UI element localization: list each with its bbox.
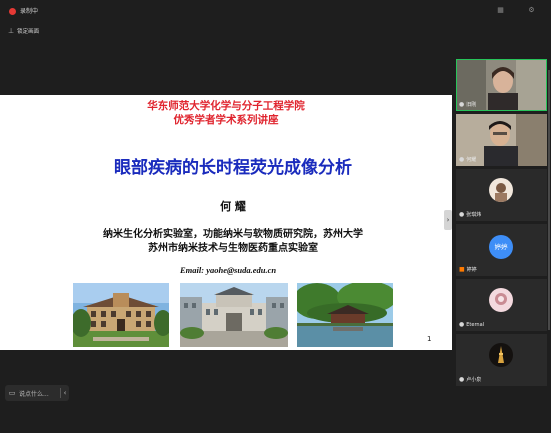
chat-placeholder: 说点什么...: [19, 390, 49, 398]
participant-avatar: [489, 288, 513, 312]
slide-lecture-series: 优秀学者学术系列讲座: [173, 114, 279, 126]
participant-tile[interactable]: ● Eternal: [456, 279, 547, 331]
participant-name-bar: ● Eternal: [459, 321, 484, 328]
slide-title: 眼部疾病的长时程荧光成像分析: [114, 158, 352, 178]
participant-tile[interactable]: ● 卢小泉: [456, 334, 547, 386]
chat-icon: ▭: [8, 389, 16, 397]
record-label: 录制中: [20, 8, 39, 15]
campus-photo-1: [73, 283, 169, 347]
slide-affiliation-2: 苏州市纳米技术与生物医药重点实验室: [148, 243, 318, 254]
participant-tile[interactable]: ● 何耀: [456, 114, 547, 166]
grid-view-icon[interactable]: ▦: [496, 6, 505, 15]
expand-panel-handle[interactable]: ›: [444, 210, 452, 230]
slide-affiliation-1: 纳米生化分析实验室，功能纳米与软物质研究院，苏州大学: [103, 229, 363, 240]
participant-avatar: [489, 178, 513, 202]
participant-avatar: 婷婷: [489, 235, 513, 259]
shared-slide: 华东师范大学化学与分子工程学院 优秀学者学术系列讲座 眼部疾病的长时程荧光成像分…: [0, 95, 452, 350]
campus-photo-2: [180, 283, 288, 347]
microphone-icon: ●: [459, 376, 465, 383]
participant-name-bar: ● 卢小泉: [459, 376, 481, 383]
pin-icon: ⊥: [8, 26, 15, 35]
participant-name: 张琪炜: [466, 212, 482, 218]
microphone-icon: ●: [459, 101, 465, 108]
microphone-muted-icon: ■: [459, 266, 465, 273]
slide-page-number: 1: [427, 335, 432, 343]
participant-name: 卢小泉: [466, 377, 482, 383]
participant-name: 旧刚: [466, 102, 477, 108]
participant-name-bar: ● 何耀: [459, 156, 476, 163]
microphone-icon: ●: [459, 211, 465, 218]
slide-speaker: 何 耀: [220, 200, 246, 213]
participant-name: 何耀: [466, 157, 477, 163]
microphone-icon: ●: [459, 156, 465, 163]
campus-photo-3: [297, 283, 393, 347]
participant-name: 婷婷: [466, 267, 477, 273]
participant-name: Eternal: [466, 321, 485, 328]
pin-label: 锁定画面: [17, 28, 40, 35]
chevron-right-icon: ›: [446, 216, 450, 224]
slide-email: Email: yaohe@suda.edu.cn: [180, 265, 277, 275]
participant-list-scrollbar[interactable]: [548, 70, 550, 330]
participant-tile[interactable]: 婷婷 ■ 婷婷: [456, 224, 547, 276]
participant-tile[interactable]: ● 旧刚: [456, 59, 547, 111]
participant-name-bar: ● 旧刚: [459, 101, 476, 108]
pin-view-button[interactable]: ⊥ 锁定画面: [8, 25, 48, 36]
participant-name-bar: ■ 婷婷: [459, 266, 477, 273]
microphone-icon: ●: [459, 321, 465, 328]
settings-icon[interactable]: ⚙: [527, 6, 536, 15]
participant-tile[interactable]: ● 张琪炜: [456, 169, 547, 221]
participant-name-bar: ● 张琪炜: [459, 211, 481, 218]
chat-input[interactable]: ▭ 说点什么... ‹: [5, 385, 69, 401]
participant-avatar: [489, 343, 513, 367]
record-dot-icon: [9, 8, 16, 15]
slide-organization: 华东师范大学化学与分子工程学院: [147, 100, 305, 112]
chevron-left-icon[interactable]: ‹: [61, 389, 69, 397]
